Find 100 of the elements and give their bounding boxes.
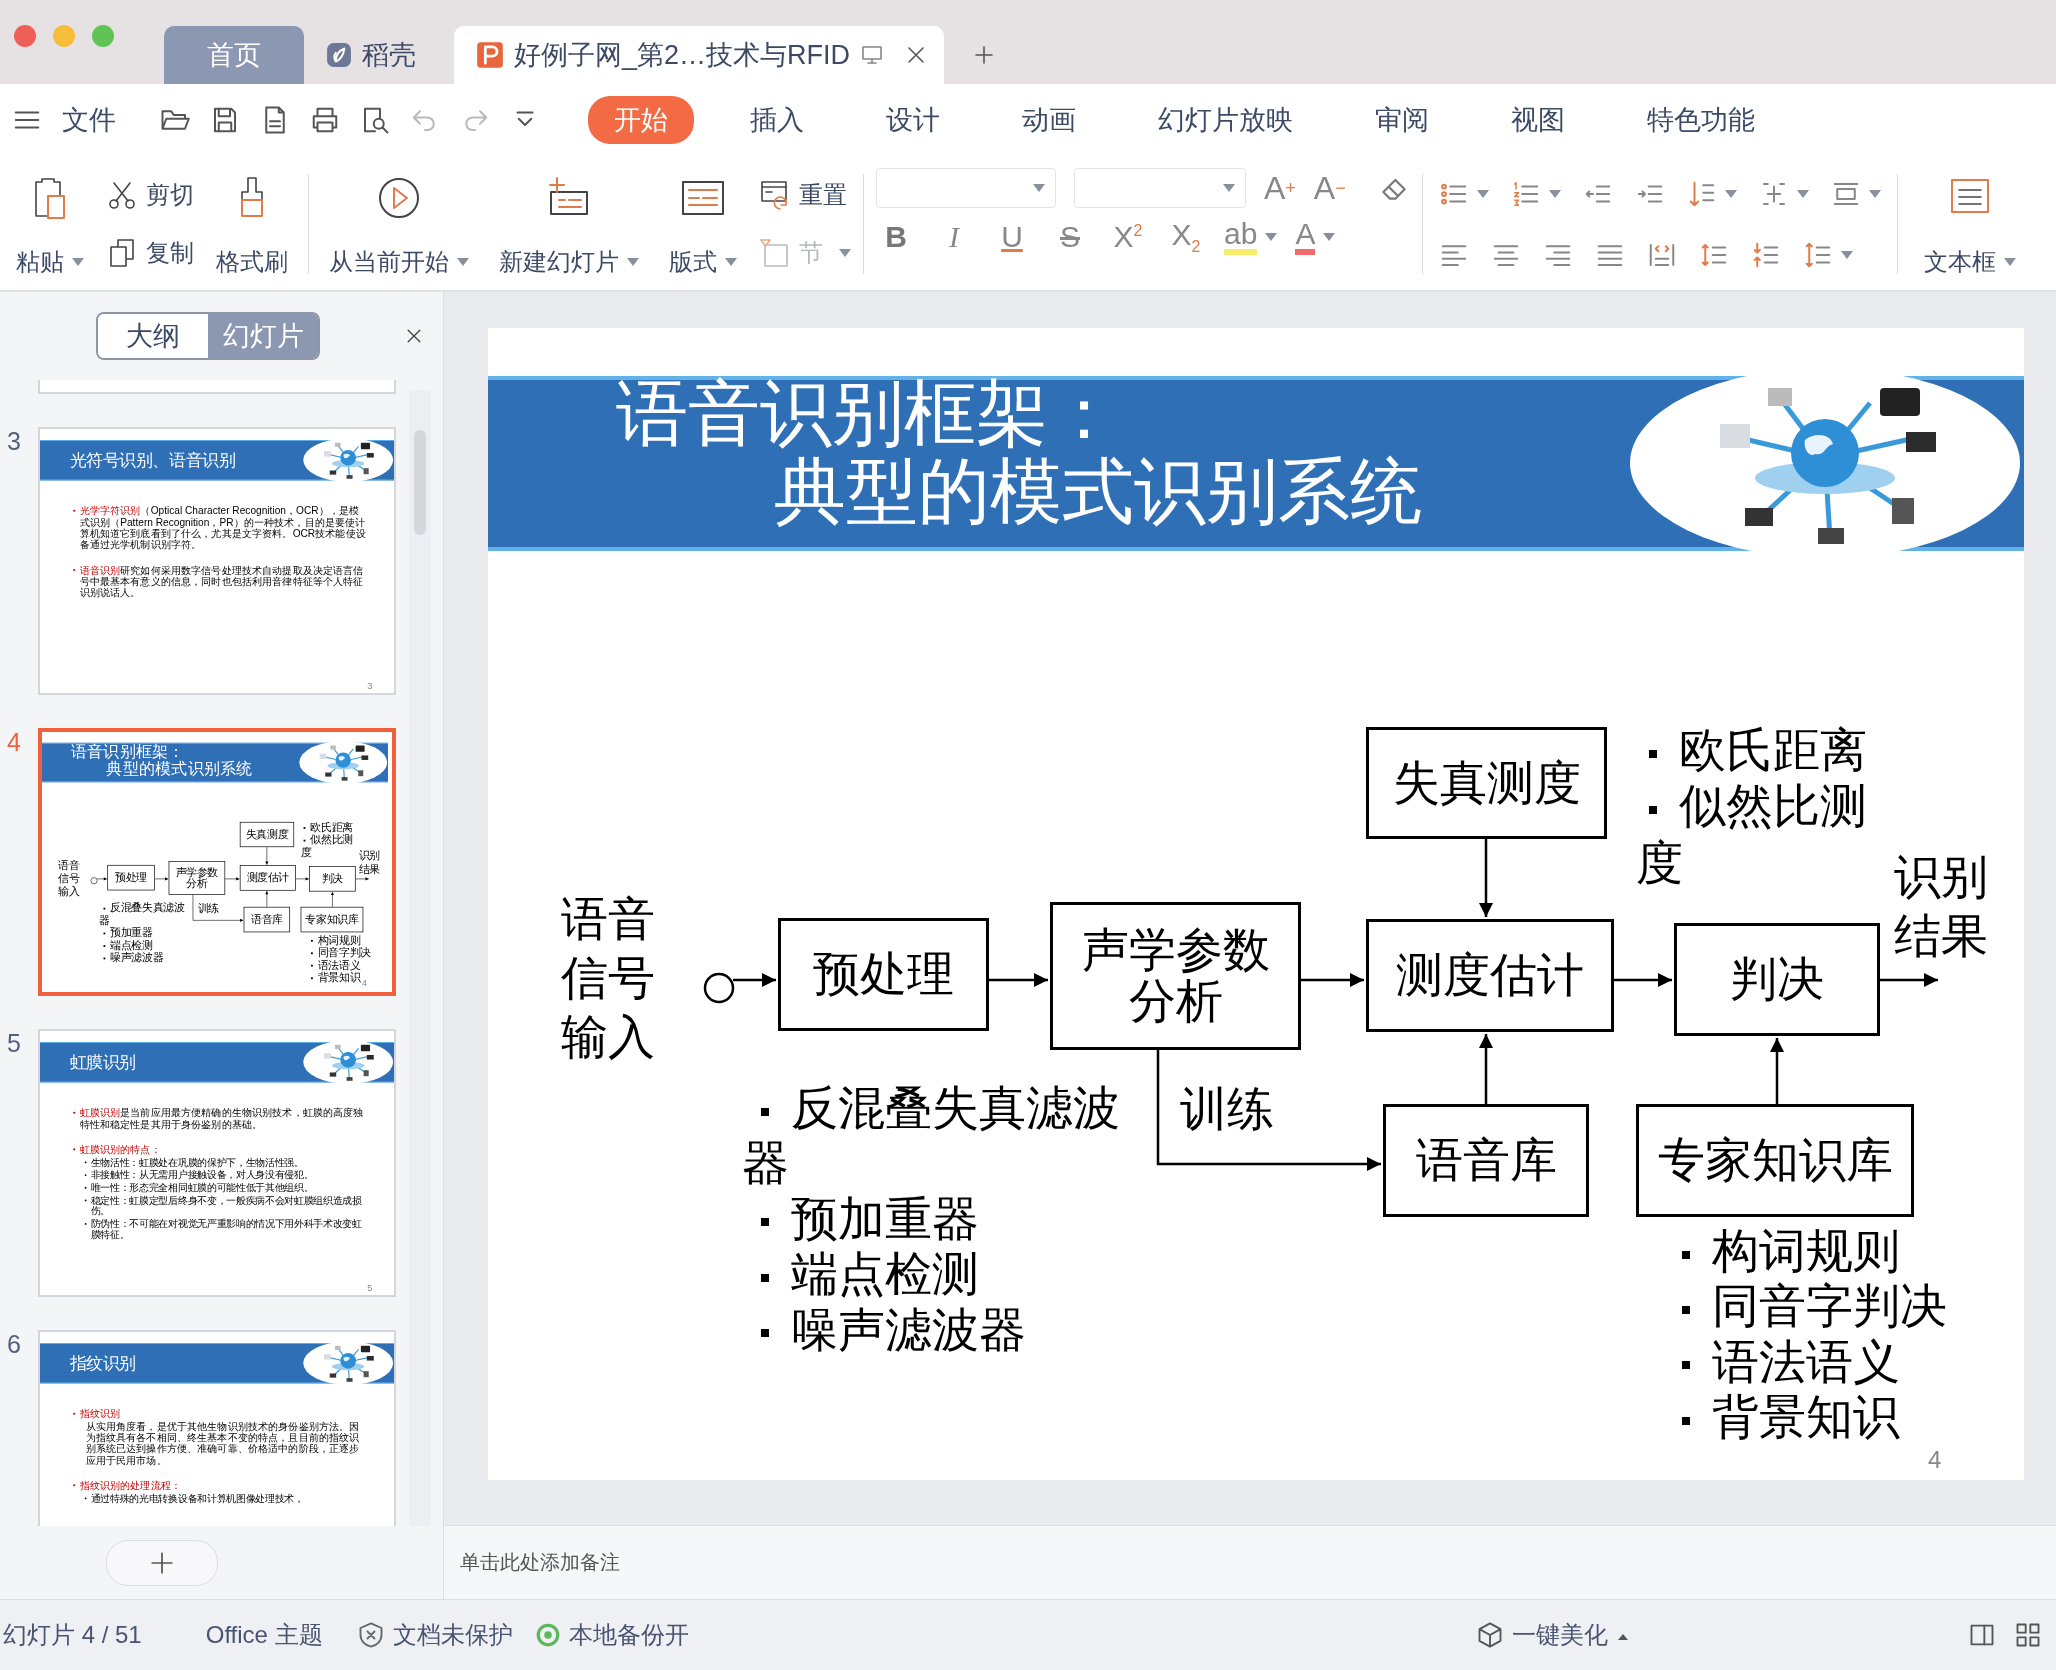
arrow <box>1770 1038 1784 1104</box>
new-slide-button[interactable]: 新建幻灯片 <box>491 166 647 282</box>
arrow <box>733 973 776 987</box>
bullet-text: 同音字判决 <box>1682 1278 2012 1334</box>
menu-tab[interactable]: 插入 <box>724 96 830 144</box>
bullet-text: 端点检测 <box>99 938 192 952</box>
slide-thumbnail[interactable]: 指纹识别 指纹识别 从实用角度看，是优于其他生物识别技术的身份鉴别方法。因为指纹具有各不相同、终生基本不变的特点，且目前的指纹识别系统已达到操作方便、准确可靠、价格适中的阶段，正逐步应用于民用市场。 指纹识别的处理流程： 通过特殊的光电转换设备和计算机图像处理技术， <box>38 1330 396 1526</box>
diagram-node: 预处理 <box>778 918 989 1031</box>
font-name-field[interactable] <box>876 168 1056 208</box>
plus-icon[interactable] <box>972 43 996 67</box>
caret-icon[interactable] <box>72 258 84 266</box>
bold-button[interactable]: B <box>876 220 916 254</box>
beautify-button[interactable]: 一键美化 <box>1512 1619 1628 1651</box>
strike-button[interactable]: S <box>1050 220 1090 254</box>
input-label: 语音信号输入 <box>561 891 656 1065</box>
bullet-text: 欧氏距离 <box>300 820 362 834</box>
play-button[interactable]: 从当前开始 <box>321 166 477 282</box>
print-icon[interactable] <box>310 105 340 135</box>
document-tab[interactable]: 稻壳 <box>304 26 454 84</box>
arrow <box>1301 973 1364 987</box>
bullet-text: 语音识别研究如何采用数字信号处理技术自动提取及决定语言信号中最基本有意义的信息，同时也包括利用音律特征等个人特征识别说话人。 <box>74 564 368 599</box>
page-number: 3 <box>367 680 373 691</box>
slide-title: 语音识别框架： <box>616 374 1121 453</box>
grid-view-icon[interactable] <box>2014 1621 2042 1649</box>
menu-tab[interactable]: 审阅 <box>1349 96 1455 144</box>
bullet-text: 预加重器 <box>99 926 192 939</box>
subscript-button[interactable]: X$_{2}$ <box>1166 218 1206 256</box>
format-painter-button[interactable]: 格式刷 <box>208 166 296 282</box>
caret-icon[interactable] <box>1265 233 1278 241</box>
cube-icon[interactable] <box>1476 1621 1504 1649</box>
slide-title: 典型的模式识别系统 <box>106 760 253 778</box>
shrink-font-button[interactable]: A$^{−}$ <box>1313 169 1346 207</box>
reset-button[interactable]: 重置 <box>759 179 851 211</box>
slide-thumbnail[interactable] <box>38 380 396 394</box>
caret-icon[interactable] <box>1796 189 1809 198</box>
slide-title: 语音识别框架： <box>70 742 186 761</box>
slide-number: 6 <box>7 1330 22 1360</box>
caret-icon[interactable] <box>1033 184 1045 192</box>
monitor-icon[interactable] <box>860 43 885 67</box>
bullet-text: 生物活性：虹膜处在巩膜的保护下，生物活性强。 <box>74 1156 368 1168</box>
bullet-text: 语法语义 <box>1682 1333 2012 1390</box>
caret-icon[interactable] <box>1323 233 1336 241</box>
cut-button[interactable]: 剪切 <box>106 179 194 211</box>
section-icon <box>759 237 791 269</box>
underline-button[interactable]: U <box>992 220 1032 254</box>
menu-tab[interactable]: 特色功能 <box>1621 96 1781 144</box>
scrollbar-thumb[interactable] <box>414 430 426 535</box>
menu-tab[interactable]: 设计 <box>860 96 966 144</box>
arrow <box>989 973 1048 987</box>
notes-field[interactable]: 单击此处添加备注 <box>460 1549 620 1576</box>
caret-icon[interactable] <box>1548 189 1561 198</box>
slide-thumbnail[interactable]: 光符号识别、语音识别 3 光学字符识别（Optical Character Recognition，OCR），是模式识别（Pattern Recognition，PR）的一种技术，目的是要使计算机知道它到底看到了什么，尤其是文字资料。OCR技术能使设备通过光学机制识别字符。 语音识别研究如何采用数字信号处理技术自动提取及决定语言信号中最基本有意义的信息，同时也包括利用音律特征等个人特征识别说话人。 <box>38 427 396 695</box>
slide-thumbnail[interactable]: 虹膜识别 5 虹膜识别是当前应用最方便精确的生物识别技术，虹膜的高度独特性和稳定性是其用于身份鉴别的基础。 虹膜识别的特点： 生物活性：虹膜处在巩膜的保护下，生物活性强。 非接触性：从无需用户接触设备，对人身没有侵犯。 唯一性：形态完全相同虹膜的可能性低于其他组织。 稳定性：虹膜定型后终身不变，一般疾病不会对虹膜组织造成损伤。 防伪性：不可能在对视觉无严重影响的情况下用外科手术改变虹膜特征。 <box>38 1029 396 1297</box>
font-color-button[interactable]: A <box>1295 219 1336 255</box>
menu-tab[interactable]: 动画 <box>996 96 1102 144</box>
bullet-text: 虹膜识别是当前应用最方便精确的生物识别技术，虹膜的高度独特性和稳定性是其用于身份鉴别的基础。 <box>74 1107 368 1130</box>
grow-font-button[interactable]: A$^{+}$ <box>1264 169 1296 207</box>
bullet-text: 反混叠失真滤波器 <box>99 901 192 927</box>
menu-tab[interactable]: 幻灯片放映 <box>1132 96 1319 144</box>
panel-tab[interactable]: 大纲 <box>98 314 208 358</box>
bullet-text: 同音字判决 <box>311 946 386 959</box>
connector-label: 训练 <box>197 901 220 915</box>
caret-icon[interactable] <box>2003 258 2016 266</box>
document-tab[interactable]: 好例子网_第2…技术与RFID <box>454 26 944 84</box>
caret-icon[interactable] <box>1223 184 1235 192</box>
superscript-button[interactable]: X$^{2}$ <box>1108 220 1148 254</box>
backup-icon[interactable] <box>534 1622 561 1648</box>
font-size-field[interactable] <box>1074 168 1246 208</box>
caret-icon[interactable] <box>1476 189 1489 198</box>
text-box-button[interactable]: 文本框 <box>1915 166 2024 282</box>
caret-icon[interactable] <box>627 258 639 266</box>
menu-tab[interactable]: 视图 <box>1485 96 1591 144</box>
highlight-button[interactable]: ab <box>1224 219 1278 255</box>
caret-icon[interactable] <box>1724 189 1737 198</box>
caret-icon[interactable] <box>1868 189 1881 198</box>
bullet-text: 构词规则 <box>311 933 386 947</box>
arrow <box>1479 1034 1493 1104</box>
italic-button[interactable]: I <box>934 220 974 254</box>
file-menu[interactable]: 文件 <box>62 102 116 138</box>
paste-button[interactable]: 粘贴 <box>8 166 92 282</box>
protection-status[interactable]: 文档未保护 <box>392 1619 513 1651</box>
caret-icon[interactable] <box>457 258 469 266</box>
diagram-node: 失真测度 <box>1366 727 1607 839</box>
caret-icon[interactable] <box>725 258 737 266</box>
bullet-text: 指纹识别的处理流程： <box>74 1479 368 1491</box>
theme-label[interactable]: Office 主题 <box>205 1619 323 1651</box>
slide-title: 虹膜识别 <box>69 1053 136 1072</box>
layout-button[interactable]: 版式 <box>661 166 745 282</box>
scrollbar[interactable] <box>409 390 431 1526</box>
slide-title: 典型的模式识别系统 <box>774 452 1422 531</box>
bullet-text: 背景知识 <box>1682 1389 2012 1445</box>
diagram-node: 声学参数分析 <box>1050 902 1301 1050</box>
caret-icon[interactable] <box>1840 250 1853 259</box>
diagram-node: 测度估计 <box>1366 919 1614 1032</box>
slide-title: 光符号识别、语音识别 <box>69 451 236 470</box>
copy-button[interactable]: 复制 <box>106 237 194 269</box>
bullet-text: 预加重器 <box>742 1190 1152 1247</box>
bullet-text: 指纹识别 <box>74 1408 368 1420</box>
backup-status[interactable]: 本地备份开 <box>568 1619 689 1651</box>
close-button[interactable] <box>14 25 36 47</box>
